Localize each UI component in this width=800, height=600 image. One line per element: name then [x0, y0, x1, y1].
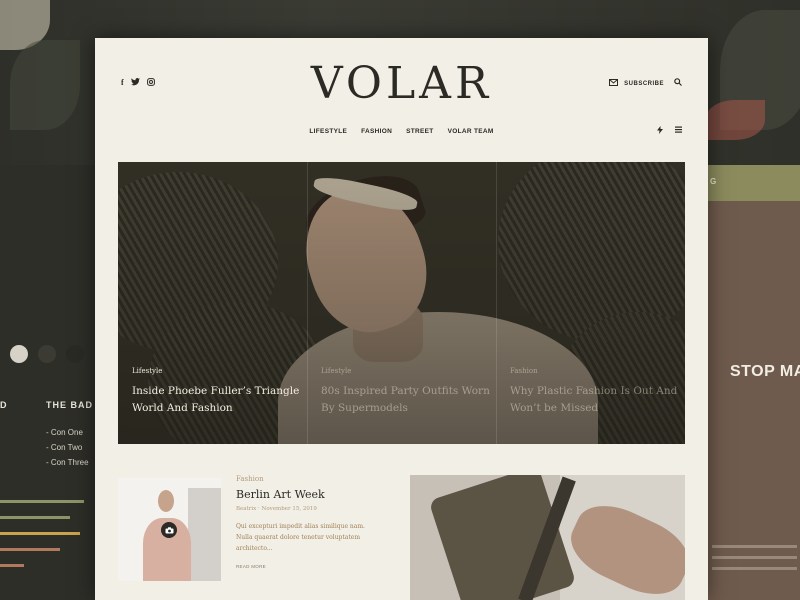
- nav-item-fashion[interactable]: FASHION: [361, 128, 392, 135]
- nav-icons: [657, 126, 682, 136]
- article-meta: Beatrix · November 15, 2019: [236, 506, 317, 512]
- article-thumbnail[interactable]: [118, 478, 221, 581]
- camera-icon: [161, 522, 177, 538]
- mail-icon: [609, 79, 619, 88]
- article-category[interactable]: Fashion: [236, 475, 386, 483]
- list-item: - Con Two: [46, 443, 83, 452]
- article-author[interactable]: Beatrix: [236, 506, 256, 512]
- hero-item-category[interactable]: Fashion: [510, 367, 680, 375]
- hero-item-title[interactable]: 80s Inspired Party Outfits Worn By Super…: [321, 383, 491, 417]
- read-more-link[interactable]: READ MORE: [236, 564, 386, 569]
- nav-item-lifestyle[interactable]: LIFESTYLE: [309, 128, 347, 135]
- article-title[interactable]: Berlin Art Week: [236, 488, 386, 501]
- hero-item-category[interactable]: Lifestyle: [132, 367, 302, 375]
- website-card: f VOLAR SUBSCRIBE LIFESTYLE FASHION STRE…: [95, 38, 708, 600]
- rating-bars: [0, 500, 84, 580]
- nav-item-street[interactable]: STREET: [406, 128, 433, 135]
- list-item: - Con Three: [46, 458, 89, 467]
- color-swatches: [10, 345, 84, 363]
- article-preview: Fashion Berlin Art Week Beatrix · Novemb…: [236, 475, 386, 569]
- search-icon[interactable]: [674, 78, 682, 89]
- right-panel-header-bar: [708, 165, 800, 201]
- background-right-panel: [708, 165, 800, 600]
- hero-item-title[interactable]: Why Plastic Fashion Is Out And Won’t be …: [510, 383, 680, 417]
- hero-item-title[interactable]: Inside Phoebe Fuller’s Triangle World An…: [132, 383, 302, 417]
- nav-item-volar-team[interactable]: VOLAR TEAM: [448, 128, 494, 135]
- subscribe-link[interactable]: SUBSCRIBE: [624, 81, 664, 87]
- main-nav: LIFESTYLE FASHION STREET VOLAR TEAM: [95, 128, 708, 135]
- leaf-shape: [10, 40, 80, 130]
- left-panel-heading-partial: D: [0, 400, 7, 410]
- right-panel-headline: STOP MAK: [730, 363, 800, 380]
- article-excerpt: Qui excepturi impedit alias similique na…: [236, 523, 365, 552]
- leaf-shape: [705, 100, 765, 140]
- subscribe-area: SUBSCRIBE: [609, 78, 682, 89]
- hero-item[interactable]: Lifestyle Inside Phoebe Fuller’s Triangl…: [132, 367, 302, 417]
- right-panel-text-lines: [712, 545, 797, 578]
- hero-divider: [307, 162, 308, 444]
- cons-list: - Con One - Con Two - Con Three: [46, 428, 89, 473]
- menu-icon[interactable]: [675, 126, 682, 136]
- right-panel-heading-partial: G: [710, 177, 719, 186]
- hero-item-category[interactable]: Lifestyle: [321, 367, 491, 375]
- bolt-icon[interactable]: [657, 126, 663, 136]
- list-item: - Con One: [46, 428, 83, 437]
- left-panel-heading: THE BAD: [46, 400, 93, 410]
- hero-divider: [496, 162, 497, 444]
- article-date: November 15, 2019: [261, 506, 317, 512]
- hero-slider[interactable]: Lifestyle Inside Phoebe Fuller’s Triangl…: [118, 162, 685, 444]
- hero-item[interactable]: Lifestyle 80s Inspired Party Outfits Wor…: [321, 367, 491, 417]
- featured-image[interactable]: [410, 475, 685, 600]
- hero-item[interactable]: Fashion Why Plastic Fashion Is Out And W…: [510, 367, 680, 417]
